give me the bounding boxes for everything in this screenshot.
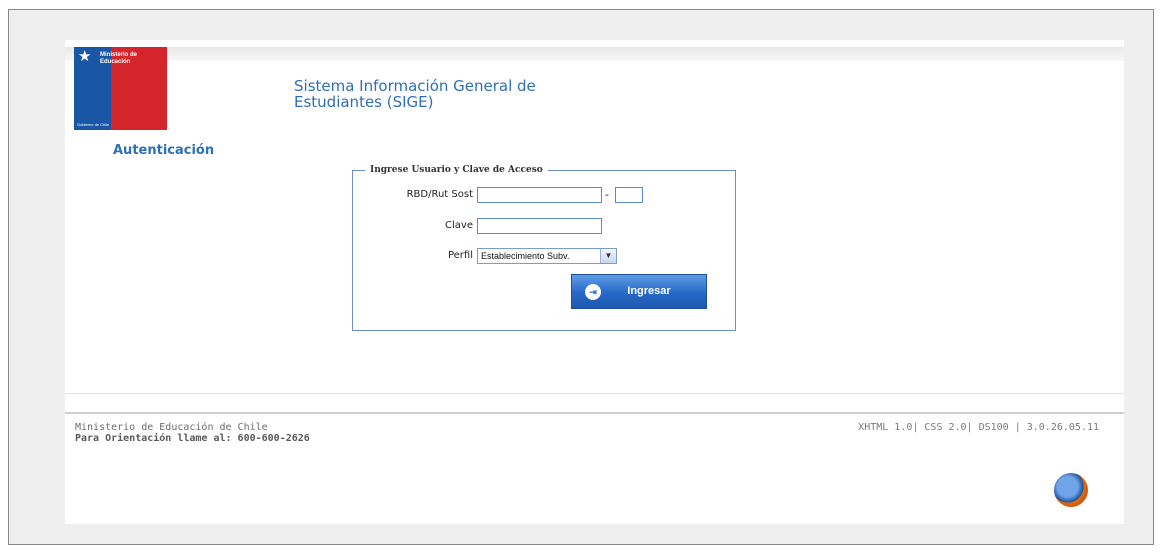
password-field[interactable] [477, 218, 602, 234]
profile-label: Perfil [447, 250, 473, 261]
rbd-input[interactable] [477, 187, 602, 203]
password-label: Clave [445, 220, 473, 231]
check-digit-input[interactable] [615, 187, 643, 203]
footer-org: Ministerio de Educación de Chile [75, 422, 268, 433]
rbd-label: RBD/Rut Sost [406, 189, 473, 200]
chilean-government-logo: ★ Ministerio de Educación Gobierno de Ch… [74, 47, 167, 130]
firefox-icon [1054, 473, 1088, 507]
header-strip [65, 47, 1124, 61]
footer-divider [65, 412, 1124, 414]
profile-select[interactable]: Establecimiento Subv. ▼ [477, 248, 617, 264]
rut-separator: - [605, 188, 609, 201]
logo-footer-text: Gobierno de Chile [77, 122, 110, 127]
login-fieldset: Ingrese Usuario y Clave de Acceso RBD/Ru… [352, 165, 736, 331]
footer-phone: Para Orientación llame al: 600-600-2626 [75, 433, 310, 444]
system-title: Sistema Información General de Estudiant… [294, 77, 536, 111]
footer-version: XHTML 1.0| CSS 2.0| DS100 | 3.0.26.05.11 [858, 422, 1099, 433]
login-icon: ⇥ [585, 284, 601, 300]
logo-text: Ministerio de Educación [100, 52, 138, 65]
login-button[interactable]: ⇥ Ingresar [571, 274, 707, 309]
browser-frame: ★ Ministerio de Educación Gobierno de Ch… [8, 9, 1154, 545]
logo-shield-icon: ★ [78, 47, 92, 65]
chevron-down-icon[interactable]: ▼ [600, 249, 616, 263]
login-legend: Ingrese Usuario y Clave de Acceso [370, 165, 543, 175]
profile-selected-value: Establecimiento Subv. [481, 251, 570, 261]
page-content: ★ Ministerio de Educación Gobierno de Ch… [65, 40, 1124, 524]
page-title: Autenticación [113, 143, 215, 158]
footer-divider-light [65, 393, 1124, 394]
login-button-label: Ingresar [627, 285, 671, 297]
